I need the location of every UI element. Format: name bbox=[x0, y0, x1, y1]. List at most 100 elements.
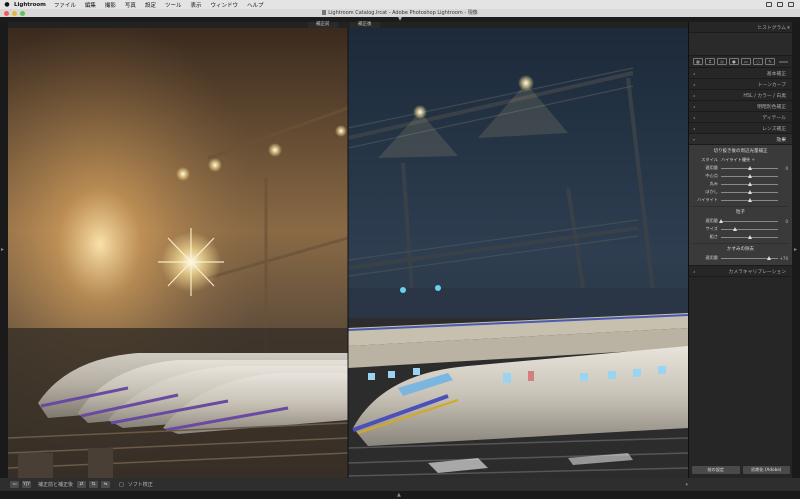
menubar-status-icons bbox=[766, 2, 794, 7]
section-camera-calibration[interactable]: ◂ カメラキャリブレーション bbox=[689, 266, 792, 277]
section-detail[interactable]: ◂ ディテール bbox=[689, 112, 792, 123]
slider-thumb[interactable] bbox=[719, 218, 723, 223]
menu-bar: ● Lightroom ファイル 編集 撮影 写真 設定 ツール 表示 ウィンド… bbox=[0, 0, 800, 9]
slider-thumb[interactable] bbox=[747, 165, 752, 170]
toolbar-menu-icon[interactable]: ▾ bbox=[685, 482, 688, 488]
tool-strip: ▦ ⌗ ◎ ● ▭ ○ ✎ bbox=[689, 56, 792, 68]
section-split-toning[interactable]: ◂ 明暗別色補正 bbox=[689, 101, 792, 112]
collapse-triangle-icon[interactable]: ▼ bbox=[787, 25, 790, 30]
right-panel-edge: ▸ bbox=[792, 22, 800, 478]
window-controls bbox=[4, 10, 25, 16]
menu-capture[interactable]: 撮影 bbox=[105, 1, 116, 9]
section-hsl[interactable]: ◂ HSL / カラー / 白黒 bbox=[689, 90, 792, 101]
section-label: 効果 bbox=[776, 137, 786, 143]
slider-track[interactable] bbox=[721, 181, 778, 186]
minimize-window-button[interactable] bbox=[12, 10, 17, 16]
previous-settings-button[interactable]: 前の設定 bbox=[692, 466, 740, 474]
apple-icon[interactable]: ● bbox=[0, 1, 14, 8]
section-label: 基本補正 bbox=[766, 71, 786, 77]
expand-filmstrip-icon[interactable]: ▲ bbox=[397, 492, 401, 498]
menu-file[interactable]: ファイル bbox=[54, 1, 76, 9]
menu-help[interactable]: ヘルプ bbox=[247, 1, 264, 9]
vignette-slider-row: ぼかし bbox=[693, 188, 788, 196]
section-label: カメラキャリブレーション bbox=[728, 269, 786, 275]
menu-view[interactable]: 表示 bbox=[190, 1, 201, 9]
expanded-triangle-icon: ▾ bbox=[693, 136, 696, 142]
divider bbox=[693, 243, 788, 244]
collapse-triangle-icon: ◂ bbox=[693, 125, 696, 131]
slider-thumb[interactable] bbox=[747, 189, 752, 194]
menu-tools[interactable]: ツール bbox=[165, 1, 182, 9]
status-icon[interactable] bbox=[788, 2, 794, 7]
tool-slider[interactable] bbox=[779, 60, 788, 63]
softproof-checkbox-icon[interactable]: □ bbox=[119, 482, 124, 488]
vignette-title: 切り抜き後の周辺光量補正 bbox=[713, 149, 768, 154]
slider-value[interactable]: 0 bbox=[778, 166, 788, 171]
slider-thumb[interactable] bbox=[747, 197, 752, 202]
copy-before-to-after-icon[interactable]: ⇄ bbox=[77, 481, 87, 488]
slider-thumb[interactable] bbox=[767, 255, 772, 260]
dehaze-slider-row: 適用量 +70 bbox=[693, 254, 788, 262]
slider-thumb[interactable] bbox=[747, 234, 752, 239]
spot-removal-icon[interactable]: ◎ bbox=[717, 58, 727, 65]
fullscreen-window-button[interactable] bbox=[20, 10, 25, 16]
status-icon[interactable] bbox=[777, 2, 783, 7]
slider-track[interactable] bbox=[721, 255, 778, 260]
slider-label: 適用量 bbox=[705, 218, 718, 223]
section-label: ディテール bbox=[762, 115, 786, 121]
adjustment-brush-icon[interactable]: ✎ bbox=[765, 58, 775, 65]
softproof-label[interactable]: ソフト校正 bbox=[128, 481, 153, 488]
slider-thumb[interactable] bbox=[733, 226, 738, 231]
slider-track[interactable] bbox=[721, 197, 778, 202]
app-menu[interactable]: Lightroom bbox=[14, 2, 46, 8]
dehaze-title: かすみの除去 bbox=[727, 247, 754, 252]
menu-photo[interactable]: 写真 bbox=[125, 1, 136, 9]
section-label: HSL / カラー / 白黒 bbox=[743, 93, 786, 99]
window-title: Lightroom Catalog.lrcat - Adobe Photosho… bbox=[328, 10, 478, 16]
section-tone-curve[interactable]: ◂ トーンカーブ bbox=[689, 79, 792, 90]
collapse-triangle-icon: ◂ bbox=[693, 92, 696, 98]
slider-value[interactable]: +70 bbox=[778, 256, 788, 261]
slider-label: 適用量 bbox=[705, 255, 718, 260]
grain-slider-row: 適用量 0 bbox=[693, 217, 788, 225]
section-effects[interactable]: ▾ 効果 bbox=[689, 134, 792, 145]
menu-settings[interactable]: 設定 bbox=[145, 1, 156, 9]
slider-track[interactable] bbox=[719, 218, 778, 223]
slider-track[interactable] bbox=[721, 234, 778, 239]
status-icon[interactable] bbox=[766, 2, 772, 7]
red-eye-icon[interactable]: ● bbox=[729, 58, 739, 65]
swap-icon[interactable]: ⇋ bbox=[101, 481, 111, 488]
view-mode-label: 補正前と補正後 bbox=[38, 482, 74, 488]
expand-left-panel-icon[interactable]: ▸ bbox=[1, 246, 4, 253]
slider-thumb[interactable] bbox=[747, 181, 752, 186]
grid-overlay-icon[interactable]: ▦ bbox=[693, 58, 703, 65]
crop-icon[interactable]: ⌗ bbox=[705, 58, 715, 65]
slider-track[interactable] bbox=[721, 165, 778, 170]
section-lens-corrections[interactable]: ◂ レンズ補正 bbox=[689, 123, 792, 134]
graduated-filter-icon[interactable]: ▭ bbox=[741, 58, 751, 65]
slider-track[interactable] bbox=[721, 173, 778, 178]
section-label: レンズ補正 bbox=[762, 126, 786, 132]
slider-thumb[interactable] bbox=[747, 173, 752, 178]
vignette-slider-row: 適用量 0 bbox=[693, 164, 788, 172]
vignette-slider-row: ハイライト bbox=[693, 196, 788, 204]
copy-after-to-before-icon[interactable]: ⇆ bbox=[89, 481, 99, 488]
slider-track[interactable] bbox=[721, 226, 778, 231]
before-after-view-icon[interactable]: Y|Y bbox=[22, 481, 32, 488]
slider-value[interactable]: 0 bbox=[778, 219, 788, 224]
photo-preview[interactable]: 補正前 補正後 bbox=[8, 22, 688, 478]
histogram-header[interactable]: ヒストグラム ▼ bbox=[689, 22, 792, 33]
style-dropdown[interactable]: ハイライト優先 ÷ bbox=[721, 157, 788, 163]
collapse-right-panel-icon[interactable]: ▸ bbox=[794, 246, 797, 253]
grain-slider-row: サイズ bbox=[693, 225, 788, 233]
reset-button[interactable]: 初期化 (Adobe) bbox=[742, 466, 790, 474]
loupe-view-icon[interactable]: ▭ bbox=[10, 481, 19, 488]
menu-edit[interactable]: 編集 bbox=[85, 1, 96, 9]
vignette-style-row: スタイル ハイライト優先 ÷ bbox=[693, 156, 788, 164]
slider-track[interactable] bbox=[721, 189, 778, 194]
section-basic[interactable]: ◂ 基本補正 bbox=[689, 68, 792, 79]
bottom-toolbar: ▭ Y|Y 補正前と補正後 ⇄ ⇆ ⇋ □ ソフト校正 ▾ bbox=[0, 478, 800, 491]
radial-filter-icon[interactable]: ○ bbox=[753, 58, 763, 65]
close-window-button[interactable] bbox=[4, 10, 9, 16]
menu-window[interactable]: ウィンドウ bbox=[210, 1, 238, 9]
